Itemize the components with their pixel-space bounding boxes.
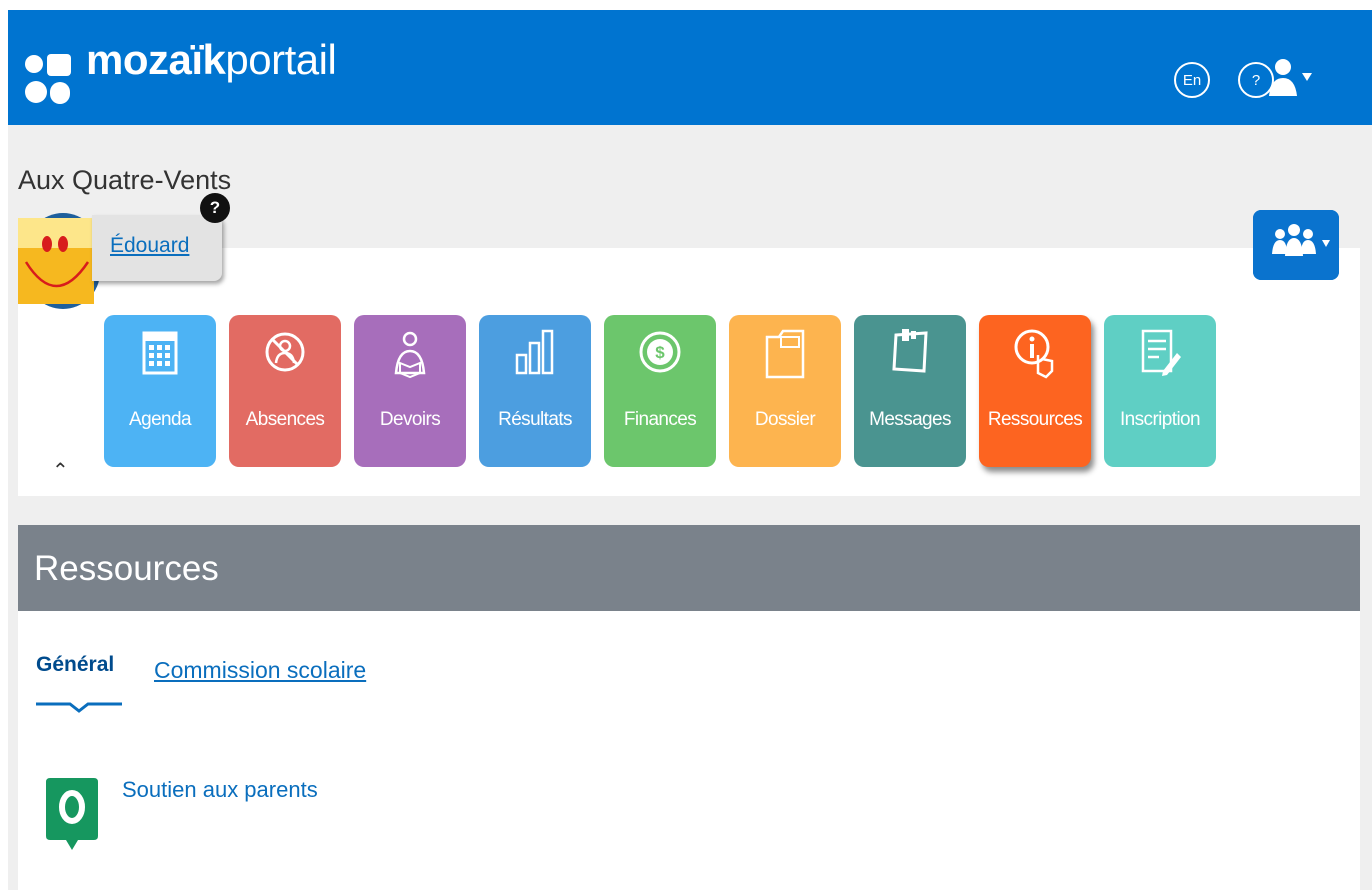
group-selector-button[interactable]: [1253, 210, 1339, 280]
module-tile-agenda[interactable]: Agenda: [104, 315, 216, 467]
module-label: Inscription: [1120, 409, 1201, 430]
brand-name[interactable]: mozaïkportail: [86, 36, 337, 84]
top-bar: mozaïkportail En ?: [8, 10, 1372, 125]
module-tile-finances[interactable]: $ Finances: [604, 315, 716, 467]
module-label: Devoirs: [379, 409, 441, 430]
no-person-icon: [229, 327, 341, 397]
info-touch-icon: [979, 327, 1091, 397]
module-label: Messages: [869, 409, 951, 430]
module-tile-absences[interactable]: Absences: [229, 315, 341, 467]
student-help-badge[interactable]: ?: [200, 193, 230, 223]
bar-chart-icon: [479, 327, 591, 397]
module-label: Finances: [623, 409, 697, 430]
tab-general[interactable]: Général: [36, 653, 114, 677]
note-icon: [854, 327, 966, 397]
user-menu-icon[interactable]: [1265, 52, 1315, 102]
smiley-avatar[interactable]: [18, 218, 94, 304]
module-tile-ressources[interactable]: Ressources: [979, 315, 1091, 467]
form-pen-icon: [1104, 327, 1216, 397]
brand-bold: mozaïk: [86, 36, 226, 83]
collapse-chevron-icon[interactable]: ⌃: [52, 458, 69, 483]
module-label: Ressources: [987, 409, 1083, 430]
module-tile-devoirs[interactable]: Devoirs: [354, 315, 466, 467]
module-label: Agenda: [129, 409, 192, 430]
student-name-link[interactable]: Édouard: [110, 234, 189, 258]
school-name: Aux Quatre-Vents: [18, 165, 232, 195]
module-tile-dossier[interactable]: Dossier: [729, 315, 841, 467]
active-tab-indicator: [36, 702, 122, 713]
speech-o-icon[interactable]: [44, 774, 100, 854]
folder-icon: [729, 327, 841, 397]
module-tile-inscription[interactable]: Inscription: [1104, 315, 1216, 467]
dollar-coin-icon: $: [604, 327, 716, 397]
app-frame: mozaïkportail En ? Aux Quatre-Vents Édou…: [8, 10, 1372, 890]
calendar-icon: [104, 327, 216, 397]
reading-person-icon: [354, 327, 466, 397]
section-title: Ressources: [34, 549, 219, 588]
module-tile-messages[interactable]: Messages: [854, 315, 966, 467]
module-label: Résultats: [498, 409, 572, 430]
resource-link-soutien-parents[interactable]: Soutien aux parents: [122, 777, 318, 803]
tab-commission-scolaire[interactable]: Commission scolaire: [154, 657, 366, 684]
student-card: Édouard: [92, 215, 222, 281]
language-button[interactable]: En: [1174, 62, 1210, 98]
module-label: Dossier: [754, 409, 816, 430]
svg-text:$: $: [655, 343, 665, 362]
module-tile-resultats[interactable]: Résultats: [479, 315, 591, 467]
mozaik-logo-icon[interactable]: [23, 46, 75, 108]
module-label: Absences: [245, 409, 325, 430]
resources-content: Général Commission scolaire Soutien aux …: [18, 611, 1360, 890]
section-header: Ressources: [18, 525, 1360, 611]
brand-light: portail: [225, 36, 337, 83]
